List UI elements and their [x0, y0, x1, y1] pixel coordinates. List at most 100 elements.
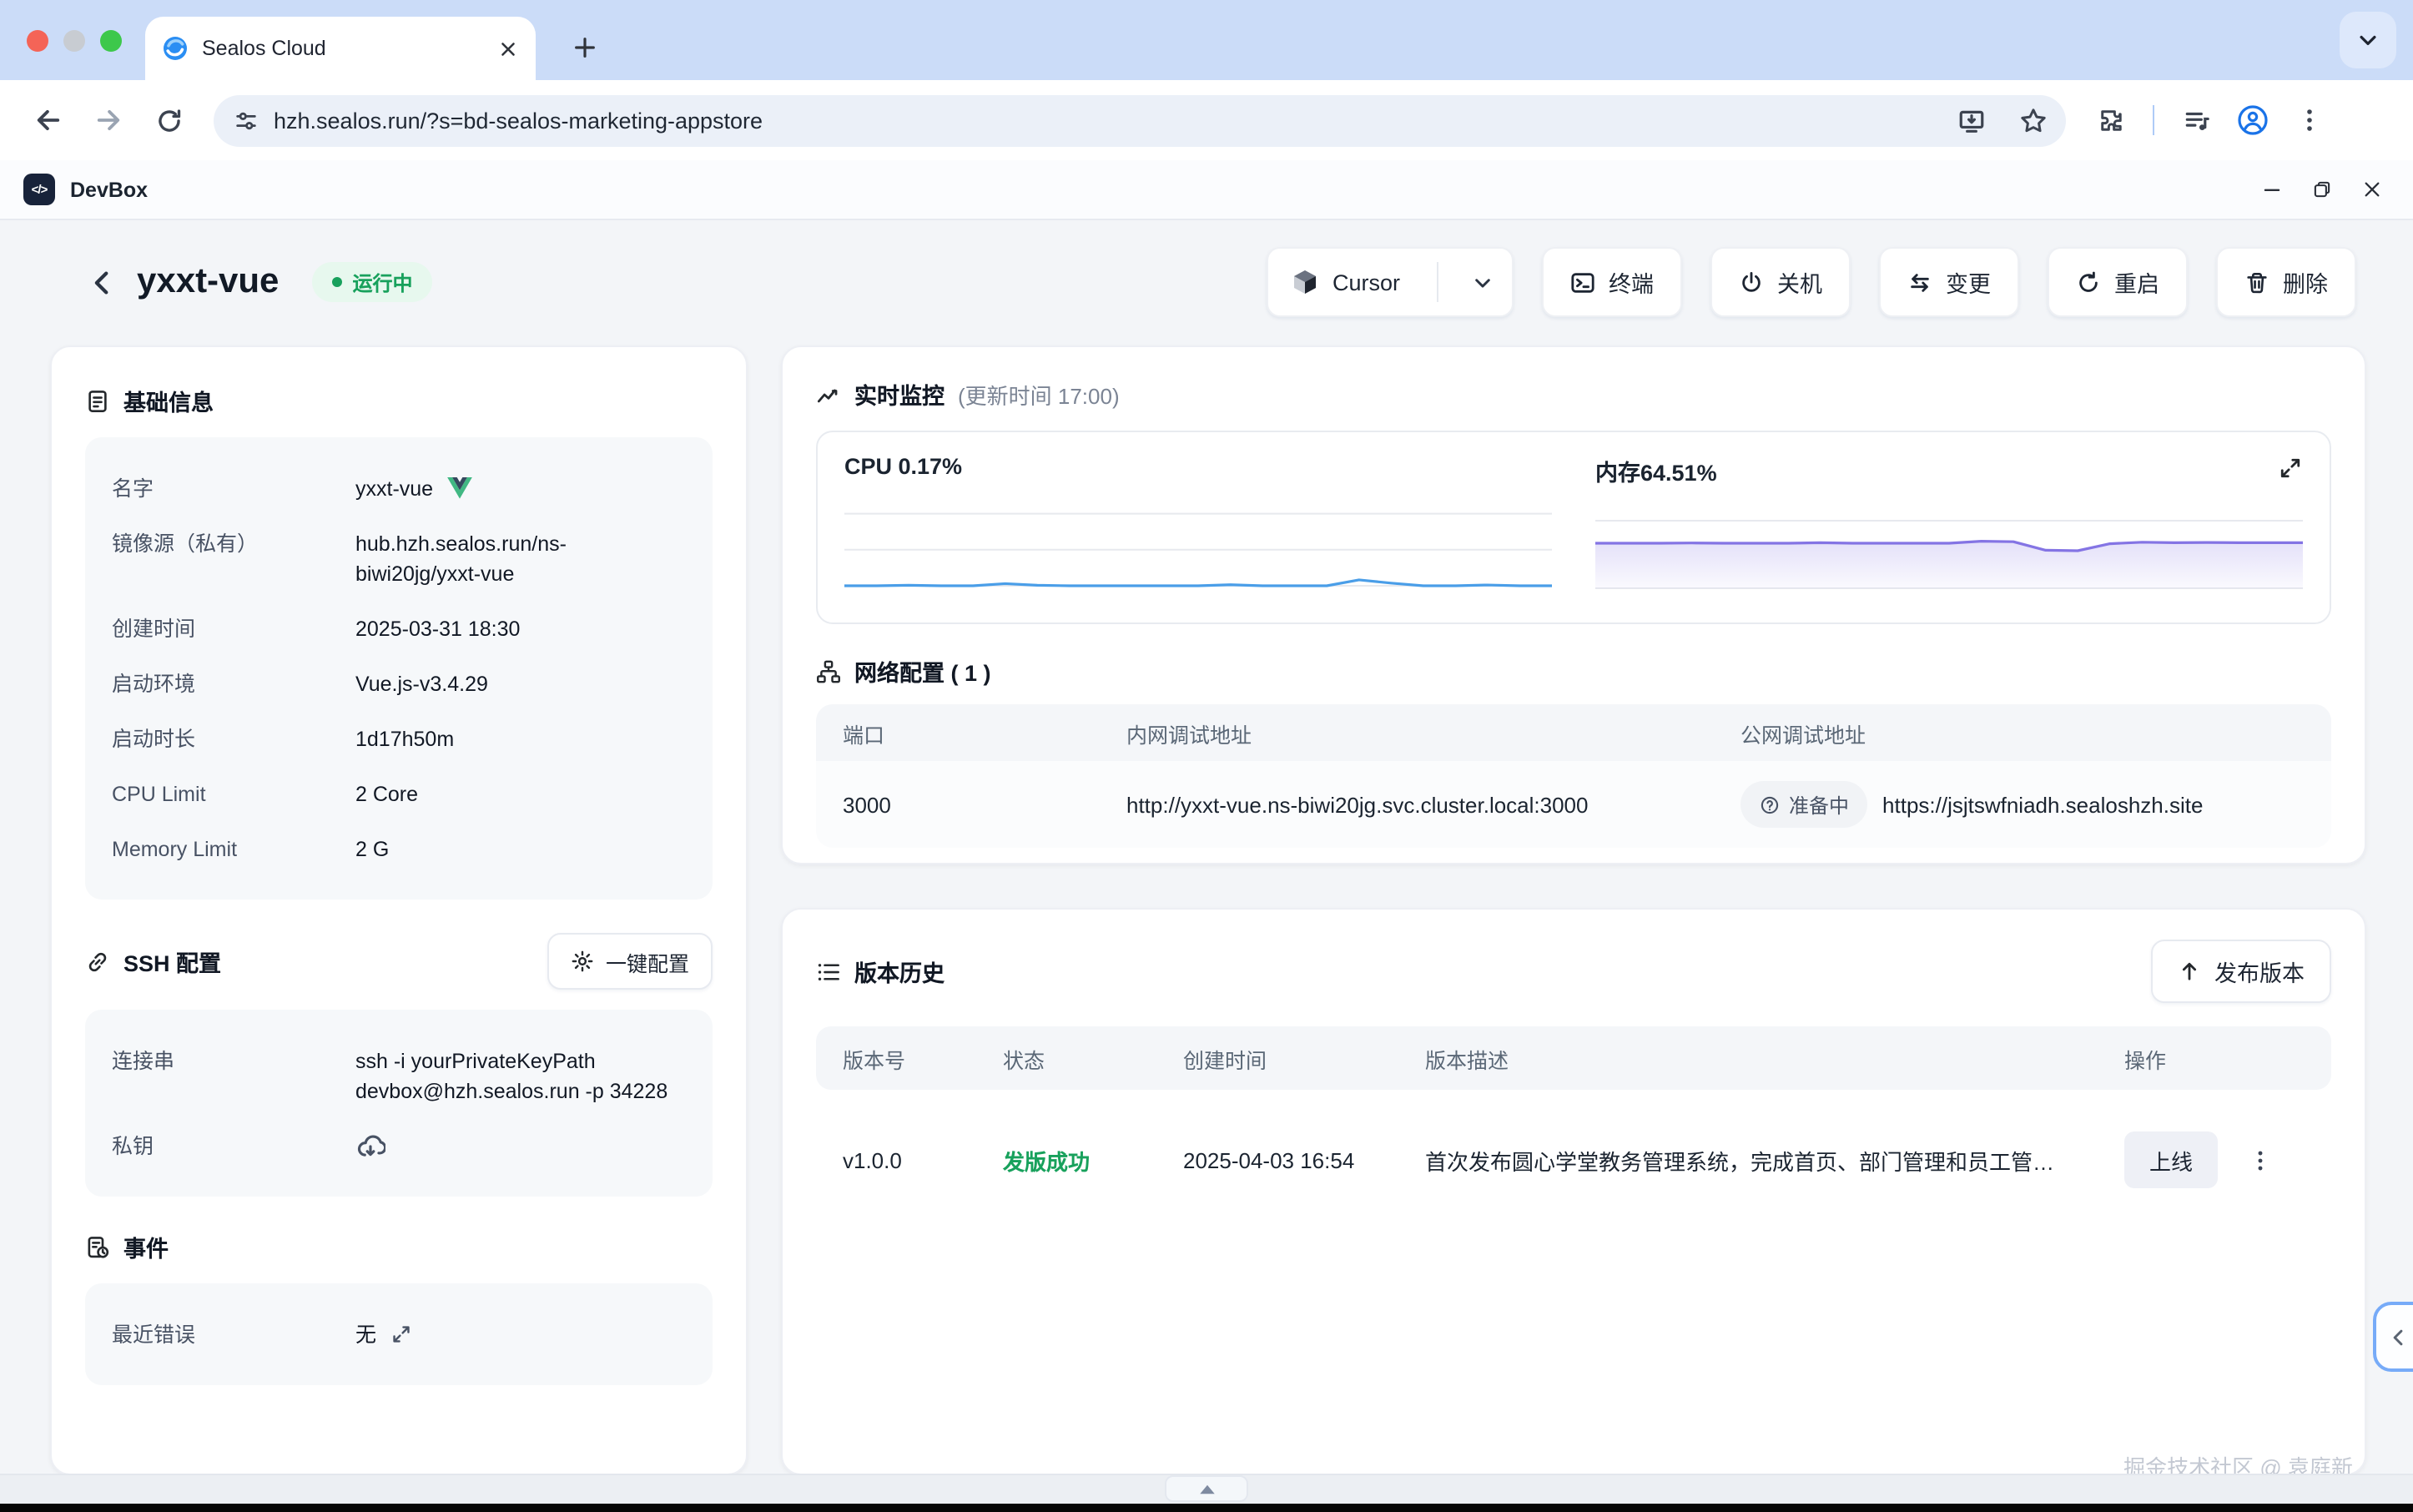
- events-header: 事件: [85, 1230, 713, 1263]
- ssh-connection-row: 连接串 ssh -i yourPrivateKeyPath devbox@hzh…: [112, 1033, 686, 1118]
- port-value: 3000: [816, 792, 1100, 817]
- ide-dropdown-caret[interactable]: [1452, 249, 1512, 315]
- uptime-value: 1d17h50m: [355, 723, 454, 753]
- devbox-detail-page: yxxt-vue 运行中 Cursor: [0, 220, 2413, 1504]
- extensions-icon[interactable]: [2086, 95, 2136, 145]
- recent-error-row: 最近错误 无: [112, 1307, 686, 1362]
- bookmark-star-icon[interactable]: [2009, 97, 2056, 144]
- delete-button-label: 删除: [2283, 265, 2328, 299]
- expand-error-icon[interactable]: [390, 1323, 411, 1345]
- version-history-title: 版本历史: [854, 955, 945, 988]
- basic-info-header: 基础信息: [85, 384, 713, 417]
- open-in-ide-button[interactable]: Cursor: [1267, 247, 1514, 317]
- network-title: 网络配置 ( 1 ): [854, 654, 991, 688]
- memory-chart[interactable]: 内存64.51%: [1595, 454, 2303, 601]
- version-history-header: 版本历史 发布版本: [816, 940, 2331, 1003]
- terminal-button[interactable]: 终端: [1542, 247, 1682, 317]
- version-number-value: v1.0.0: [816, 1147, 976, 1172]
- row-more-menu-icon[interactable]: [2244, 1144, 2276, 1176]
- ssh-connection-value[interactable]: ssh -i yourPrivateKeyPath devbox@hzh.sea…: [355, 1046, 686, 1106]
- delete-button[interactable]: 删除: [2216, 247, 2356, 317]
- window-traffic-lights: [27, 29, 122, 51]
- close-window-button[interactable]: [27, 29, 48, 51]
- release-version-button[interactable]: 发布版本: [2151, 940, 2331, 1003]
- events-panel: 最近错误 无: [85, 1283, 713, 1385]
- download-private-key-icon[interactable]: [355, 1131, 385, 1161]
- one-click-config-button[interactable]: 一键配置: [547, 933, 713, 990]
- tab-title: Sealos Cloud: [202, 37, 484, 60]
- tab-search-button[interactable]: [2340, 12, 2396, 68]
- created-column-header: 创建时间: [1156, 1042, 1398, 1074]
- toolbar-right: [2086, 95, 2335, 145]
- shutdown-button[interactable]: 关机: [1710, 247, 1851, 317]
- restart-button[interactable]: 重启: [2048, 247, 2188, 317]
- runtime-value: Vue.js-v3.4.29: [355, 668, 488, 698]
- events-title: 事件: [123, 1230, 169, 1263]
- restore-icon[interactable]: [2296, 166, 2346, 213]
- monitoring-update-time: (更新时间 17:00): [958, 378, 1120, 410]
- info-row-image: 镜像源（私有） hub.hzh.sealos.run/ns-biwi20jg/y…: [112, 516, 686, 601]
- vue-logo-icon: [446, 477, 471, 499]
- change-button[interactable]: 变更: [1879, 247, 2019, 317]
- memory-sparkline: [1595, 501, 2303, 601]
- zoom-window-button[interactable]: [100, 29, 122, 51]
- one-click-config-label: 一键配置: [606, 945, 689, 977]
- side-panel-toggle[interactable]: [2373, 1302, 2413, 1372]
- swap-arrows-icon: [1907, 270, 1932, 295]
- version-history-card: 版本历史 发布版本 版本号 状态 创建时间 版本描述 操作 v1.0.0 发版成…: [781, 908, 2366, 1475]
- cpu-usage-label: CPU 0.17%: [844, 454, 1552, 479]
- row-label: 名字: [112, 473, 355, 503]
- forward-button[interactable]: [83, 95, 133, 145]
- info-row-created: 创建时间 2025-03-31 18:30: [112, 601, 686, 656]
- window-controls: [2246, 166, 2396, 213]
- row-label: 私钥: [112, 1131, 355, 1161]
- url-text[interactable]: hzh.sealos.run/?s=bd-sealos-marketing-ap…: [274, 108, 1932, 133]
- status-column-header: 状态: [976, 1042, 1156, 1074]
- reload-button[interactable]: [144, 95, 194, 145]
- page-back-button[interactable]: [80, 260, 123, 304]
- monitor-chart-icon: [816, 381, 841, 406]
- list-icon: [816, 959, 841, 984]
- install-app-icon[interactable]: [1947, 97, 1994, 144]
- monitoring-network-card: 实时监控 (更新时间 17:00) CPU 0.17% 内存64.51%: [781, 345, 2366, 864]
- terminal-icon: [1570, 270, 1595, 295]
- back-button[interactable]: [23, 95, 73, 145]
- version-created-value: 2025-04-03 16:54: [1156, 1147, 1398, 1172]
- expand-monitoring-icon[interactable]: [2274, 452, 2306, 484]
- minimize-icon[interactable]: [2246, 166, 2296, 213]
- minimize-window-button[interactable]: [63, 29, 85, 51]
- external-address-value[interactable]: https://jsjtswfniadh.sealoshzh.site: [1882, 792, 2203, 817]
- network-icon: [816, 658, 841, 683]
- row-label: 最近错误: [112, 1319, 355, 1349]
- restart-icon: [2076, 270, 2101, 295]
- change-button-label: 变更: [1946, 265, 1991, 299]
- version-description-value: 首次发布圆心学堂教务管理系统，完成首页、部门管理和员工管理模块...: [1398, 1144, 2098, 1176]
- go-online-button[interactable]: 上线: [2124, 1131, 2218, 1188]
- close-icon[interactable]: [2346, 166, 2396, 213]
- info-row-uptime: 启动时长 1d17h50m: [112, 711, 686, 766]
- memory-usage-label: 内存64.51%: [1595, 454, 2303, 487]
- internal-address-value[interactable]: http://yxxt-vue.ns-biwi20jg.svc.cluster.…: [1100, 792, 1714, 817]
- profile-avatar-icon[interactable]: [2228, 95, 2278, 145]
- close-tab-icon[interactable]: [497, 38, 519, 59]
- event-log-icon: [85, 1234, 110, 1259]
- cpu-chart[interactable]: CPU 0.17%: [844, 454, 1552, 601]
- devbox-app-icon: </>: [23, 174, 55, 205]
- dock-expand-button[interactable]: [1165, 1475, 1248, 1502]
- monitoring-title: 实时监控: [854, 377, 945, 411]
- ssh-private-key-row: 私钥: [112, 1118, 686, 1173]
- version-column-header: 版本号: [816, 1042, 976, 1074]
- browser-tab[interactable]: Sealos Cloud: [145, 17, 536, 80]
- new-tab-button[interactable]: [561, 23, 607, 70]
- power-icon: [1739, 270, 1764, 295]
- screen-bottom-strip: [0, 1504, 2413, 1512]
- operation-column-header: 操作: [2098, 1042, 2331, 1074]
- site-settings-icon[interactable]: [234, 108, 259, 133]
- preparing-badge-label: 准备中: [1789, 790, 1849, 819]
- info-row-runtime: 启动环境 Vue.js-v3.4.29: [112, 656, 686, 711]
- address-bar[interactable]: hzh.sealos.run/?s=bd-sealos-marketing-ap…: [214, 94, 2066, 146]
- media-controls-icon[interactable]: [2171, 95, 2221, 145]
- basic-info-title: 基础信息: [123, 384, 214, 417]
- browser-menu-icon[interactable]: [2285, 95, 2335, 145]
- monitoring-chart-panel: CPU 0.17% 内存64.51%: [816, 431, 2331, 624]
